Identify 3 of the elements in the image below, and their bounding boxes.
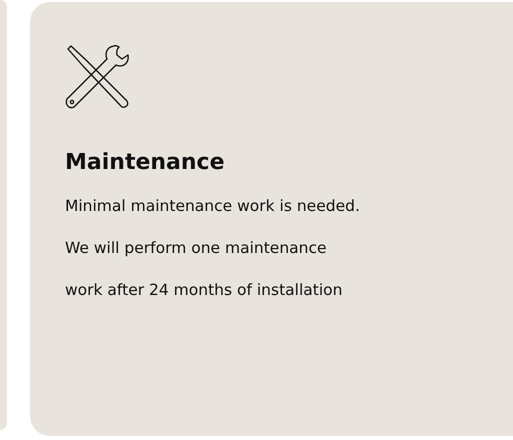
card-description: Minimal maintenance work is needed. We will perform one maintenance work after 24 months of installation	[65, 196, 361, 301]
card-title: Maintenance	[65, 149, 226, 177]
tools-icon	[65, 44, 131, 110]
